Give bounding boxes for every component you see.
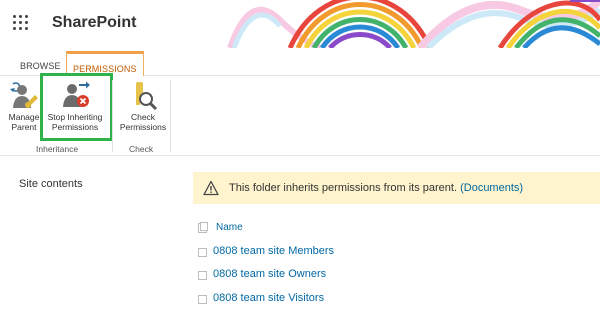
group-link-visitors[interactable]: 0808 team site Visitors <box>213 292 324 304</box>
row-checkbox[interactable] <box>198 271 207 280</box>
list-header: Name <box>198 220 598 244</box>
check-permissions-icon <box>127 80 159 111</box>
ribbon-tabs: BROWSE PERMISSIONS <box>0 48 600 77</box>
info-message: This folder inherits permissions from it… <box>229 182 523 194</box>
suite-bar: SharePoint <box>0 0 600 48</box>
theme-banner-image <box>227 0 600 48</box>
manage-parent-label-1: Manage <box>8 112 40 122</box>
list-item: 0808 team site Owners <box>198 267 598 291</box>
manage-parent-icon <box>8 80 40 110</box>
check-permissions-label-2: Permissions <box>119 122 167 132</box>
ribbon-permissions: Manage Parent Stop Inheriting Permission… <box>0 73 600 156</box>
check-permissions-button[interactable]: Check Permissions <box>113 80 173 136</box>
group-link-owners[interactable]: 0808 team site Owners <box>213 268 326 280</box>
group-link-members[interactable]: 0808 team site Members <box>213 245 334 257</box>
group-label-inheritance: Inheritance <box>36 144 79 154</box>
permissions-list: Name 0808 team site Members 0808 team si… <box>198 220 598 314</box>
list-item: 0808 team site Members <box>198 244 598 268</box>
info-message-text: This folder inherits permissions from it… <box>229 182 458 194</box>
row-checkbox[interactable] <box>198 294 207 304</box>
manage-parent-label-2: Parent <box>11 122 37 132</box>
highlight-box <box>40 73 113 141</box>
list-item: 0808 team site Visitors <box>198 291 598 315</box>
check-permissions-label-1: Check <box>130 112 156 122</box>
app-launcher-icon[interactable] <box>13 15 29 31</box>
app-title[interactable]: SharePoint <box>52 14 136 32</box>
row-checkbox[interactable] <box>198 247 207 257</box>
select-all-checkbox[interactable] <box>198 222 208 233</box>
documents-link[interactable]: (Documents) <box>460 182 523 194</box>
nav-site-contents[interactable]: Site contents <box>19 178 83 190</box>
group-divider <box>112 80 113 152</box>
inheritance-info-bar: This folder inherits permissions from it… <box>193 172 600 204</box>
column-header-name[interactable]: Name <box>216 222 243 233</box>
group-label-check: Check <box>129 144 154 154</box>
warning-icon <box>203 180 219 196</box>
sharepoint-page: SharePoint BROWSE PERMISSIONS Manage Par… <box>0 0 600 320</box>
group-divider <box>170 80 171 152</box>
manage-parent-button[interactable]: Manage Parent <box>6 80 42 136</box>
